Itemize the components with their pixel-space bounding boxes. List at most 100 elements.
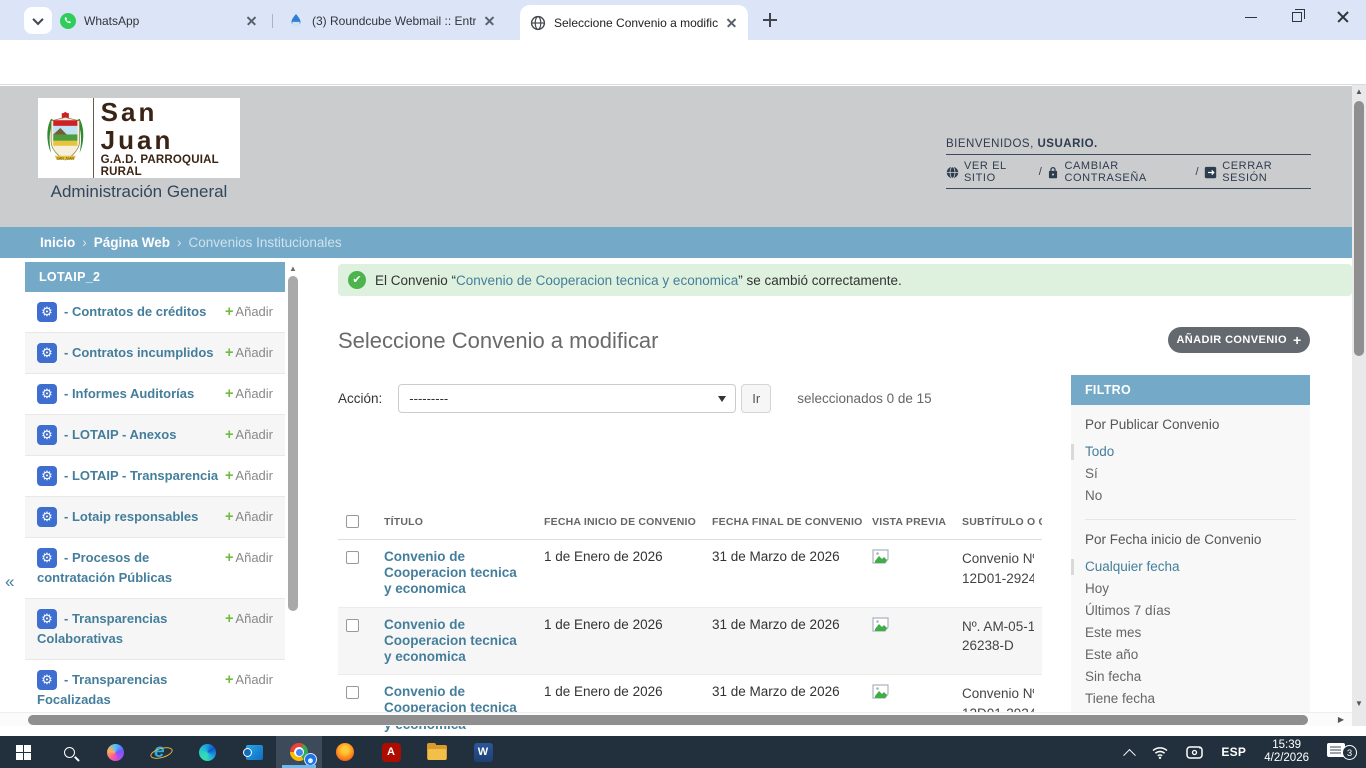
start-button[interactable] <box>0 736 46 768</box>
tray-cast[interactable] <box>1177 736 1212 768</box>
scroll-up-icon[interactable]: ▲ <box>287 264 299 274</box>
add-link[interactable]: +Añadir <box>225 302 273 322</box>
vertical-scrollbar[interactable]: ▲ ▼ <box>1352 85 1366 726</box>
taskbar-copilot-button[interactable] <box>92 736 138 768</box>
column-header-titulo[interactable]: TÍTULO <box>376 505 536 540</box>
roundcube-icon <box>288 13 304 29</box>
sidebar-collapse-button[interactable]: « <box>5 572 14 592</box>
taskbar-ie-button[interactable]: e <box>138 736 184 768</box>
action-select[interactable]: --------- <box>398 384 736 413</box>
view-site-link[interactable]: VER EL SITIO <box>964 160 1034 184</box>
convenio-link[interactable]: Convenio de Cooperacion tecnica y econom… <box>384 617 528 666</box>
window-close-button[interactable] <box>1320 0 1366 34</box>
sidebar-item-label[interactable]: - Contratos de créditos <box>64 304 206 319</box>
change-password-link[interactable]: CAMBIAR CONTRASEÑA <box>1064 160 1190 184</box>
scroll-right-icon[interactable]: ▶ <box>1338 715 1344 724</box>
taskbar-search-button[interactable] <box>46 736 92 768</box>
sidebar-item-label[interactable]: - Lotaip responsables <box>64 509 198 524</box>
copilot-icon <box>107 744 124 761</box>
sidebar-item-label[interactable]: - Procesos de contratación Públicas <box>37 550 172 585</box>
taskbar-acrobat-button[interactable]: A <box>368 736 414 768</box>
tab-title: (3) Roundcube Webmail :: Entra <box>312 14 476 28</box>
add-link[interactable]: +Añadir <box>225 548 273 568</box>
plus-icon: + <box>225 672 233 688</box>
column-header-fecha-final[interactable]: FECHA FINAL DE CONVENIO <box>704 505 864 540</box>
window-restore-button[interactable] <box>1274 0 1320 34</box>
filter-option-si[interactable]: Sí <box>1085 463 1296 485</box>
close-icon[interactable] <box>482 13 498 29</box>
column-header-subtitulo[interactable]: SUBTÍTULO O CÓ <box>954 505 1042 540</box>
add-convenio-button[interactable]: AÑADIR CONVENIO+ <box>1168 327 1310 353</box>
filter-option-sin-fecha[interactable]: Sin fecha <box>1085 666 1296 688</box>
tray-notifications[interactable]: 3 <box>1318 736 1366 768</box>
filter-option-tiene-fecha[interactable]: Tiene fecha <box>1085 688 1296 710</box>
add-link[interactable]: +Añadir <box>225 670 273 690</box>
internet-explorer-icon: e <box>150 742 172 762</box>
filter-option-no[interactable]: No <box>1085 485 1296 507</box>
taskbar-chrome-button[interactable]: ☻ <box>276 736 322 768</box>
cast-screen-icon <box>1186 746 1203 759</box>
logout-link[interactable]: CERRAR SESIÓN <box>1222 160 1311 184</box>
message-convenio-link[interactable]: Convenio de Cooperacion tecnica y econom… <box>456 273 738 288</box>
wifi-icon <box>1152 746 1168 759</box>
row-checkbox[interactable] <box>346 686 359 699</box>
sidebar-scrollbar-thumb[interactable] <box>288 276 298 611</box>
vertical-scrollbar-thumb[interactable] <box>1354 101 1364 356</box>
filter-option-hoy[interactable]: Hoy <box>1085 578 1296 600</box>
sidebar-scrollbar[interactable]: ▲ <box>287 264 299 704</box>
taskbar-edge-button[interactable] <box>184 736 230 768</box>
scroll-down-icon[interactable]: ▼ <box>1352 699 1366 708</box>
tray-clock[interactable]: 15:394/2/2026 <box>1255 736 1318 768</box>
tab-search-button[interactable] <box>24 7 52 34</box>
welcome-username: USUARIO. <box>1038 138 1098 150</box>
welcome-text: BIENVENIDOS, USUARIO. <box>946 138 1311 155</box>
add-link[interactable]: +Añadir <box>225 466 273 486</box>
breadcrumb-separator: › <box>177 235 182 250</box>
taskbar-outlook-button[interactable] <box>230 736 276 768</box>
tray-language[interactable]: ESP <box>1212 736 1255 768</box>
sidebar-item-label[interactable]: - LOTAIP - Anexos <box>64 427 176 442</box>
close-icon[interactable] <box>724 15 740 31</box>
close-icon[interactable] <box>244 13 260 29</box>
add-link[interactable]: +Añadir <box>225 425 273 445</box>
tab-whatsapp[interactable]: WhatsApp <box>50 7 268 34</box>
horizontal-scrollbar[interactable]: ▶ <box>0 712 1352 726</box>
row-checkbox[interactable] <box>346 619 359 632</box>
horizontal-scrollbar-thumb[interactable] <box>28 715 1308 725</box>
breadcrumb-current: Convenios Institucionales <box>189 235 342 250</box>
filter-option-todo[interactable]: Todo <box>1085 441 1296 463</box>
selected-counter: seleccionados 0 de 15 <box>797 391 931 406</box>
tray-overflow-button[interactable] <box>1116 736 1143 768</box>
sidebar-item-label[interactable]: - Contratos incumplidos <box>64 345 214 360</box>
sidebar-item-label[interactable]: - LOTAIP - Transparencia <box>64 468 218 483</box>
taskbar-firefox-button[interactable] <box>322 736 368 768</box>
select-all-checkbox[interactable] <box>346 515 359 528</box>
convenio-link[interactable]: Convenio de Cooperacion tecnica y econom… <box>384 549 528 598</box>
add-link[interactable]: +Añadir <box>225 384 273 404</box>
filter-option-este-ano[interactable]: Este año <box>1085 644 1296 666</box>
breadcrumb-home[interactable]: Inicio <box>40 235 75 250</box>
tray-wifi[interactable] <box>1143 736 1177 768</box>
go-button[interactable]: Ir <box>741 384 771 413</box>
row-checkbox[interactable] <box>346 551 359 564</box>
taskbar: e ☻ A W ESP 15:394/2/2026 3 <box>0 736 1366 768</box>
column-header-fecha-inicio[interactable]: FECHA INICIO DE CONVENIO <box>536 505 704 540</box>
tab-convenio-active[interactable]: Seleccione Convenio a modifica <box>520 5 748 40</box>
plus-icon: + <box>225 611 233 627</box>
sidebar-item-label[interactable]: - Informes Auditorías <box>64 386 194 401</box>
breadcrumb-section[interactable]: Página Web <box>94 235 170 250</box>
filter-option-cualquier-fecha[interactable]: Cualquier fecha <box>1085 556 1296 578</box>
broken-image-icon <box>872 617 889 632</box>
window-minimize-button[interactable] <box>1228 0 1274 34</box>
taskbar-word-button[interactable]: W <box>460 736 506 768</box>
add-link[interactable]: +Añadir <box>225 609 273 629</box>
new-tab-button[interactable] <box>760 10 780 30</box>
scroll-up-icon[interactable]: ▲ <box>1352 87 1366 96</box>
filter-option-este-mes[interactable]: Este mes <box>1085 622 1296 644</box>
gear-icon: ⚙ <box>37 384 57 404</box>
filter-option-ultimos-7-dias[interactable]: Últimos 7 días <box>1085 600 1296 622</box>
tab-roundcube[interactable]: (3) Roundcube Webmail :: Entra <box>278 7 506 34</box>
taskbar-explorer-button[interactable] <box>414 736 460 768</box>
add-link[interactable]: +Añadir <box>225 343 273 363</box>
add-link[interactable]: +Añadir <box>225 507 273 527</box>
